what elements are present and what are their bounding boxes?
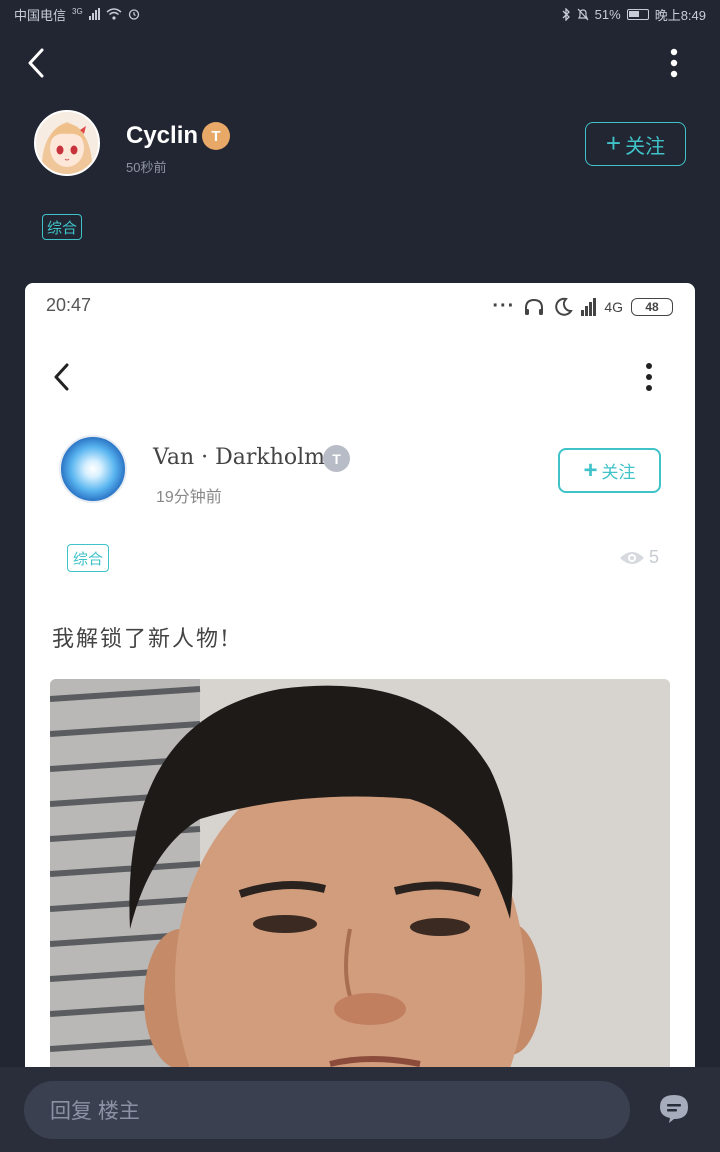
embedded-post-text: 我解锁了新人物!: [52, 627, 231, 652]
embedded-clock: 20:47: [46, 295, 92, 315]
status-left: 中国电信 3G: [14, 5, 140, 24]
face-photo-illustration: [50, 679, 670, 1083]
embedded-timestamp: 19分钟前: [156, 489, 222, 506]
embedded-plus-icon: +: [583, 456, 598, 484]
clock: 晚上8:49: [654, 7, 706, 23]
wifi-icon: [106, 8, 122, 20]
author-name[interactable]: Cyclin: [126, 122, 198, 150]
timer-icon: [128, 9, 139, 20]
post-timestamp: 50秒前: [126, 160, 167, 175]
embedded-back-arrow-icon: [54, 363, 69, 391]
follow-button[interactable]: + 关注: [585, 122, 686, 166]
carrier-label: 中国电信: [14, 7, 67, 23]
comment-icon[interactable]: [656, 1091, 692, 1127]
app-bar: [0, 28, 720, 98]
eye-icon: [620, 551, 644, 564]
battery-percent: 51%: [594, 6, 621, 22]
reply-bar: 回复 楼主: [0, 1067, 720, 1152]
embedded-more-vert-icon: [646, 363, 652, 391]
category-tag[interactable]: 综合: [42, 214, 83, 240]
post-image[interactable]: 20:47 ··· 4G 48 Van · Darkholme T 19分钟前 …: [25, 283, 695, 1083]
post-author-row: Cyclin T 50秒前 + 关注: [0, 108, 720, 180]
anime-avatar-image: [36, 112, 98, 174]
embedded-network-type: 4G: [604, 298, 623, 315]
level-badge: T: [202, 122, 230, 150]
status-right: 51% 晚上8:49: [561, 5, 706, 24]
reply-input[interactable]: 回复 楼主: [24, 1081, 630, 1139]
bluetooth-icon: [562, 7, 570, 21]
dots-icon: ···: [492, 295, 516, 317]
battery-icon: [626, 8, 649, 20]
embedded-signal-icon: [581, 297, 597, 316]
network-type: 3G: [72, 6, 83, 16]
headphones-icon: [525, 298, 544, 315]
plus-icon: +: [605, 128, 622, 158]
moon-icon: [555, 297, 574, 316]
embedded-category-tag: 综合: [67, 544, 110, 572]
embedded-status-icons: ··· 4G 48: [492, 295, 673, 318]
embedded-author-name: Van · Darkholme: [153, 445, 339, 470]
more-vert-icon[interactable]: [662, 46, 686, 80]
embedded-level-badge: T: [323, 445, 350, 472]
embedded-follow-label: 关注: [601, 463, 636, 482]
signal-icon: [88, 8, 100, 20]
embedded-avatar: [59, 435, 127, 503]
embedded-battery: 48: [631, 297, 673, 316]
follow-label: 关注: [625, 135, 666, 158]
back-arrow-icon[interactable]: [22, 46, 52, 80]
embedded-view-count: 5: [619, 547, 659, 568]
mute-bell-icon: [577, 8, 589, 20]
status-bar: 中国电信 3G 51% 晚上8:49: [0, 0, 720, 28]
embedded-views-value: 5: [649, 547, 660, 567]
avatar[interactable]: [34, 110, 100, 176]
embedded-follow-button: + 关注: [558, 448, 661, 493]
embedded-photo: [50, 679, 670, 1083]
embedded-status-bar: 20:47 ··· 4G 48: [25, 283, 695, 329]
